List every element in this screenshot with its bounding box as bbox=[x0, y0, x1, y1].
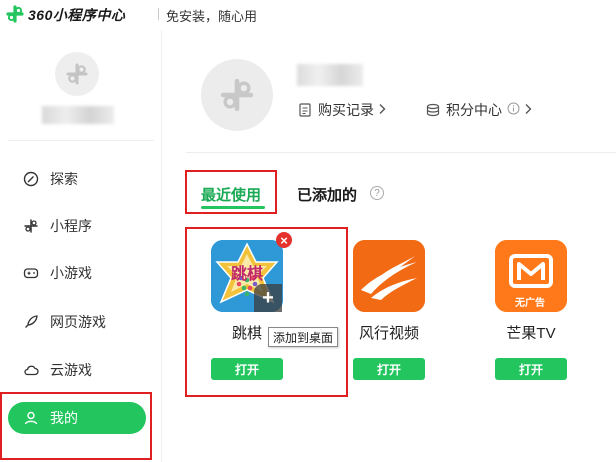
tab-added[interactable]: 已添加的 bbox=[297, 184, 357, 205]
sidebar-item-label: 网页游戏 bbox=[50, 314, 106, 330]
rocket-icon bbox=[22, 313, 40, 331]
sidebar-item-label: 云游戏 bbox=[50, 362, 92, 378]
annotation-box-recent-tab bbox=[185, 170, 277, 214]
purchase-records-link[interactable]: 购买记录 bbox=[297, 100, 386, 120]
app-icon-mangotv[interactable]: 无广告 bbox=[495, 240, 567, 312]
purchase-records-label: 购买记录 bbox=[318, 102, 374, 118]
mangotv-icon-text: 无广告 bbox=[515, 298, 545, 309]
sidebar-item-webgame[interactable]: 网页游戏 bbox=[8, 306, 146, 338]
annotation-box-checkers-app bbox=[185, 227, 348, 397]
sidebar-item-cloudgame[interactable]: 云游戏 bbox=[8, 354, 146, 386]
gamepad-icon bbox=[22, 264, 40, 282]
annotation-box-mine-nav bbox=[0, 392, 152, 460]
miniprogram-icon bbox=[22, 217, 40, 235]
help-icon[interactable]: ? bbox=[370, 186, 384, 200]
sidebar-item-label: 探索 bbox=[50, 171, 78, 187]
app-name-mangotv: 芒果TV bbox=[506, 325, 556, 342]
main-divider bbox=[186, 152, 616, 153]
sidebar-item-label: 小程序 bbox=[50, 218, 92, 234]
header-slogan: 免安装，随心用 bbox=[166, 9, 258, 24]
points-center-link[interactable]: 积分中心 bbox=[425, 100, 532, 120]
brand-title: 360小程序中心 bbox=[28, 7, 126, 23]
sidebar-item-minigame[interactable]: 小游戏 bbox=[8, 257, 146, 289]
avatar-placeholder-icon bbox=[66, 63, 88, 85]
points-center-label: 积分中心 bbox=[446, 102, 502, 118]
profile-username-redacted bbox=[297, 64, 363, 86]
sidebar-divider bbox=[8, 140, 154, 141]
chevron-right-icon bbox=[524, 103, 532, 118]
compass-icon bbox=[22, 170, 40, 188]
open-button-funshion[interactable]: 打开 bbox=[353, 358, 425, 380]
sidebar-username-redacted bbox=[42, 106, 114, 124]
funshion-logo-icon bbox=[353, 240, 425, 312]
coins-icon bbox=[425, 102, 441, 118]
sidebar-item-label: 小游戏 bbox=[50, 265, 92, 281]
app-header: 360小程序中心 免安装，随心用 bbox=[0, 0, 616, 30]
chevron-right-icon bbox=[378, 103, 386, 118]
profile-avatar[interactable] bbox=[201, 59, 273, 131]
avatar-placeholder-icon bbox=[220, 78, 254, 112]
sidebar-item-explore[interactable]: 探索 bbox=[8, 163, 146, 195]
app-name-funshion: 风行视频 bbox=[358, 325, 419, 342]
sidebar-avatar[interactable] bbox=[55, 52, 99, 96]
info-circle-icon bbox=[507, 102, 520, 118]
open-button-mangotv[interactable]: 打开 bbox=[495, 358, 567, 380]
cloud-icon bbox=[22, 361, 40, 379]
receipt-icon bbox=[297, 102, 313, 118]
logo-icon bbox=[6, 5, 24, 23]
app-icon-funshion[interactable] bbox=[353, 240, 425, 312]
sidebar-item-miniprogram[interactable]: 小程序 bbox=[8, 210, 146, 242]
header-divider bbox=[158, 8, 159, 20]
